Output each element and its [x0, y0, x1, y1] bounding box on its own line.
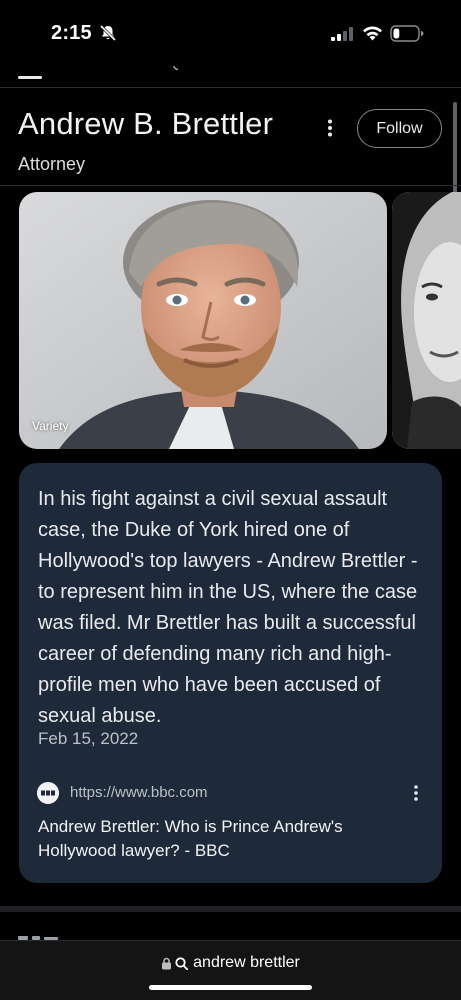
battery-icon [390, 25, 424, 42]
more-vert-icon[interactable] [404, 781, 428, 805]
search-header-remnant [0, 58, 461, 88]
portrait-photo-2[interactable] [392, 192, 461, 449]
news-card[interactable]: In his fight against a civil sexual assa… [19, 463, 442, 883]
address-bar[interactable]: andrew brettler [0, 940, 461, 1000]
news-date: Feb 15, 2022 [38, 729, 139, 748]
status-time: 2:15 [51, 22, 92, 44]
search-icon [175, 956, 189, 970]
section-divider [0, 906, 461, 912]
cellular-signal-icon [331, 27, 353, 41]
divider [0, 87, 461, 88]
header-glyph-remnant [173, 65, 179, 71]
bbc-favicon-icon [37, 782, 59, 804]
status-bar: 2:15 [0, 0, 461, 66]
news-headline[interactable]: Andrew Brettler: Who is Prince Andrew's … [38, 815, 418, 863]
url-row[interactable]: andrew brettler [0, 954, 461, 972]
menu-icon[interactable] [18, 76, 42, 79]
follow-button[interactable]: Follow [357, 109, 442, 148]
home-indicator[interactable] [149, 985, 312, 990]
news-snippet: In his fight against a civil sexual assa… [38, 488, 418, 727]
news-source-url[interactable]: https://www.bbc.com [70, 784, 208, 801]
portrait-image [19, 192, 387, 449]
search-query[interactable]: andrew brettler [193, 954, 300, 972]
bell-slash-icon [99, 24, 117, 42]
portrait-photo[interactable]: Variety [19, 192, 387, 449]
bw-portrait-image [392, 192, 461, 449]
wifi-icon [363, 26, 382, 41]
lock-icon [162, 957, 172, 969]
image-source-label: Variety [32, 419, 69, 433]
divider [0, 185, 461, 186]
more-vert-icon[interactable] [318, 116, 342, 140]
entity-title: Andrew B. Brettler [18, 106, 274, 141]
entity-subtitle: Attorney [18, 154, 86, 174]
